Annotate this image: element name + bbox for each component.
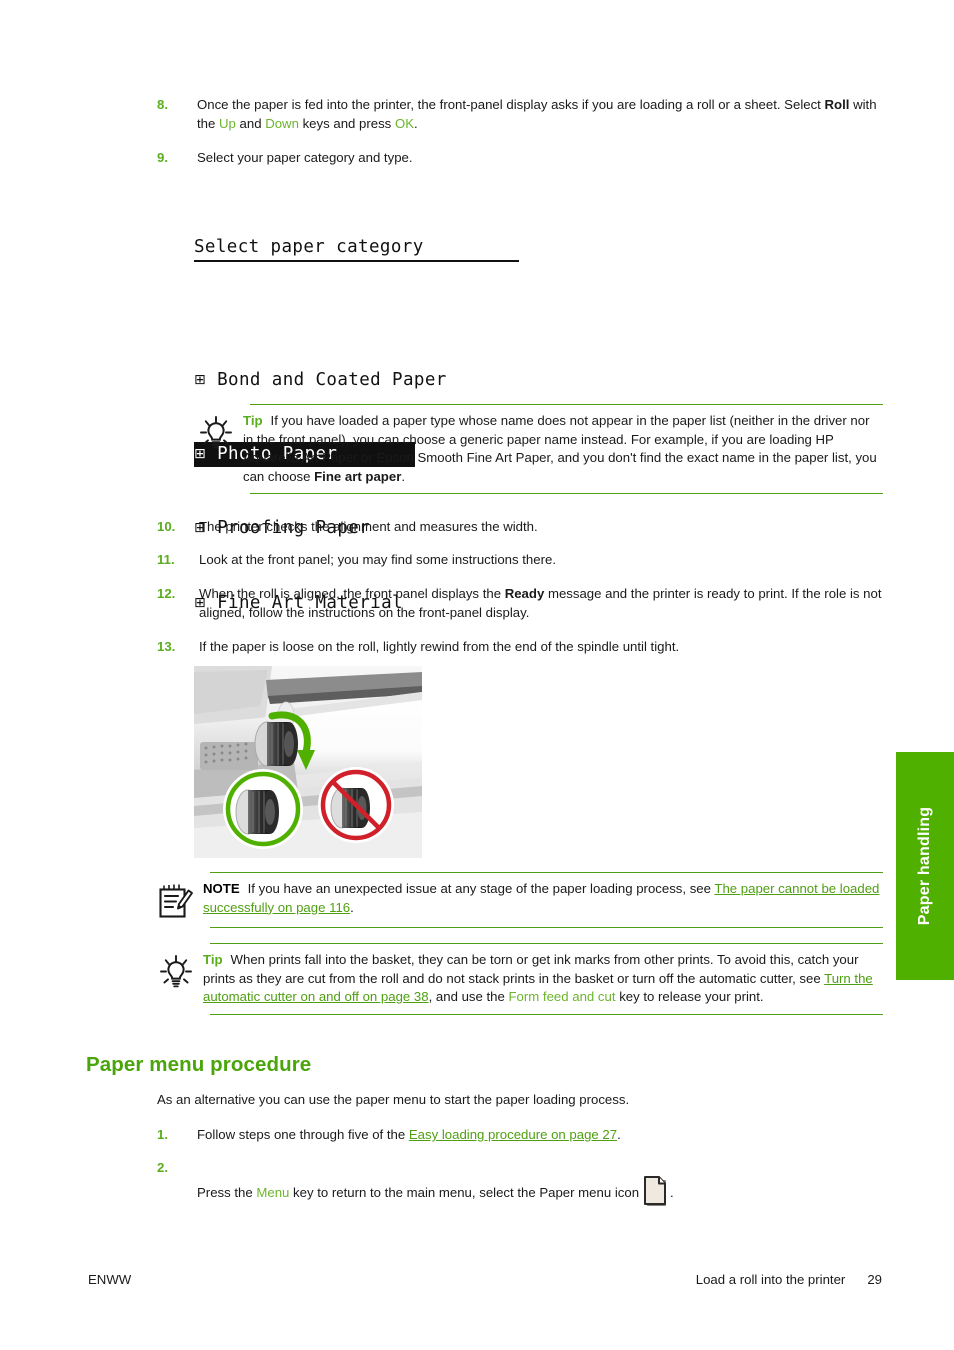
divider <box>250 493 883 495</box>
printer-spindle-photo <box>194 666 422 858</box>
step-text: Select your paper category and type. <box>197 150 413 165</box>
lightbulb-icon <box>157 951 203 1007</box>
step-number: 8. <box>157 97 168 112</box>
list-item: 13. If the paper is loose on the roll, l… <box>157 638 883 657</box>
step-text: When the roll is aligned, the front pane… <box>199 585 883 622</box>
tip-text-part: key to release your print. <box>615 989 764 1005</box>
tip-callout-paper-type: Tip If you have loaded a paper type whose… <box>197 404 883 495</box>
step-text: Once the paper is fed into the printer, … <box>197 96 883 133</box>
step-text-bold: Roll <box>824 97 850 112</box>
step-text: Press the Menu key to return to the main… <box>197 1176 883 1208</box>
front-panel-title: Select paper category <box>194 235 519 263</box>
step-text-part: . <box>670 1185 674 1200</box>
step-text: The printer checks the alignment and mea… <box>199 519 538 534</box>
tip-label: Tip <box>243 413 263 428</box>
document-page: 8. Once the paper is fed into the printe… <box>0 0 954 1350</box>
side-tab-label: Paper handling <box>916 806 933 926</box>
key-name-menu: Menu <box>256 1185 290 1200</box>
notepad-pencil-icon <box>157 880 203 920</box>
step-number: 2. <box>157 1160 168 1175</box>
step-text-part: Follow steps one through five of the <box>197 1127 409 1142</box>
step-text-part: When the roll is aligned, the front pane… <box>199 586 505 601</box>
list-item: 2. <box>157 1159 883 1178</box>
key-name-form-feed-and-cut: Form feed and cut <box>508 989 616 1005</box>
lightbulb-icon <box>197 412 243 486</box>
step-number: 13. <box>157 639 176 654</box>
step-number: 10. <box>157 519 176 534</box>
divider <box>210 1013 883 1015</box>
step-number: 1. <box>157 1127 168 1142</box>
note-callout-loading: NOTE If you have an unexpected issue at a… <box>157 872 883 928</box>
step-text: Follow steps one through five of the Eas… <box>197 1126 883 1145</box>
tip-text: Tip When prints fall into the basket, the… <box>203 951 883 1007</box>
step-text-part: Once the paper is fed into the printer, … <box>197 97 825 112</box>
list-item: 11. Look at the front panel; you may fin… <box>157 551 883 570</box>
footer-locale: ENWW <box>88 1272 132 1287</box>
tip-label: Tip <box>203 952 223 967</box>
list-item: 1. Follow steps one through five of the … <box>157 1126 883 1145</box>
key-name-down: Down <box>265 115 299 131</box>
expand-icon: ⊞ <box>194 371 207 388</box>
section-heading: Paper menu procedure <box>86 1053 312 1076</box>
section-intro-paragraph: As an alternative you can use the paper … <box>157 1092 630 1107</box>
tip-text-part: When prints fall into the basket, they c… <box>203 952 859 986</box>
footer-title-text: Load a roll into the printer <box>695 1272 846 1287</box>
tip-text-bold: Fine art paper <box>314 468 402 484</box>
note-text-part: . <box>350 899 354 915</box>
step-text <box>197 1159 883 1178</box>
paper-menu-icon[interactable] <box>643 1176 669 1208</box>
front-panel-item-label: Bond and Coated Paper <box>217 369 447 390</box>
list-item: 10. The printer checks the alignment and… <box>157 518 883 537</box>
note-text-part: If you have an unexpected issue at any s… <box>247 881 715 896</box>
tip-text-part: , and use the <box>428 989 509 1005</box>
tip-text: Tip If you have loaded a paper type whose… <box>243 412 883 486</box>
note-label: NOTE <box>203 881 240 896</box>
step-number: 9. <box>157 150 168 165</box>
list-item: 8. Once the paper is fed into the printe… <box>157 96 883 133</box>
divider <box>210 927 883 928</box>
key-name-ok: OK <box>394 115 415 131</box>
step-text-bold: Ready <box>504 586 545 601</box>
step-text: If the paper is loose on the roll, light… <box>199 639 680 654</box>
step-text-part: . <box>617 1127 621 1142</box>
step-number: 12. <box>157 586 176 601</box>
step-text-part: keys and press <box>298 115 395 131</box>
side-tab-paper-handling: Paper handling <box>896 752 954 980</box>
note-text: NOTE If you have an unexpected issue at a… <box>203 880 883 920</box>
front-panel-item-bond-and-coated-paper[interactable]: ⊞ Bond and Coated Paper <box>194 368 519 393</box>
list-item: 12. When the roll is aligned, the front … <box>157 585 883 622</box>
link-easy-loading-procedure[interactable]: Easy loading procedure on page 27 <box>409 1127 617 1142</box>
list-item: 9. Select your paper category and type. <box>157 149 883 168</box>
step-text-part: and <box>235 115 266 131</box>
step-text-part: Press the <box>197 1185 257 1200</box>
step-text-part: . <box>414 115 418 131</box>
step-text: Look at the front panel; you may find so… <box>199 552 556 567</box>
footer-section-title: Load a roll into the printer 29 <box>696 1272 882 1287</box>
tip-callout-basket: Tip When prints fall into the basket, the… <box>157 943 883 1015</box>
step-number: 11. <box>157 552 175 567</box>
key-name-up: Up <box>219 115 236 131</box>
step-text-part: key to return to the main menu, select t… <box>289 1185 640 1200</box>
page-number: 29 <box>867 1272 882 1287</box>
tip-text-part: . <box>401 468 406 484</box>
